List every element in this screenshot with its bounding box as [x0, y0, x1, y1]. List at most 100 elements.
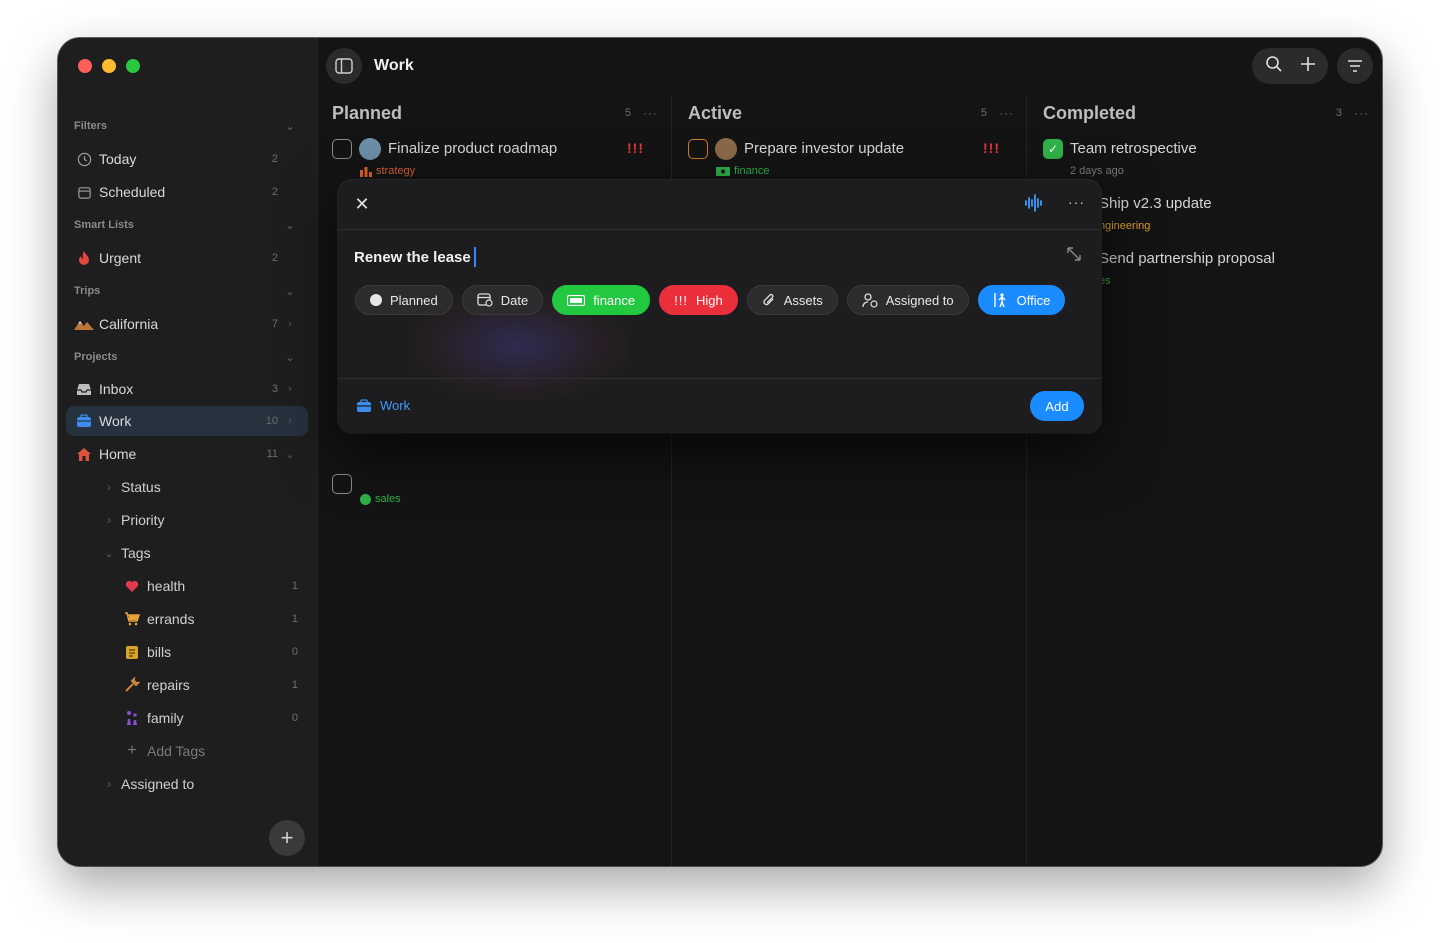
calendar-icon	[477, 293, 493, 307]
more-options-button[interactable]: ···	[1068, 194, 1085, 210]
chip-label: Assets	[783, 292, 823, 308]
add-task-button[interactable]	[1300, 56, 1316, 77]
sidebar-item-label: Urgent	[99, 250, 142, 266]
task-item[interactable]: Prepare investor update !!! finance	[688, 138, 1014, 184]
mountain-icon	[74, 314, 94, 334]
smart-lists-section-header[interactable]: Smart Lists ⌄	[66, 210, 308, 240]
sidebar-toggle-button[interactable]	[326, 48, 362, 84]
chip-label: Planned	[390, 292, 438, 308]
ledger-icon	[122, 642, 142, 662]
task-item[interactable]: sales	[332, 473, 658, 519]
task-checkbox[interactable]	[688, 139, 708, 159]
family-icon	[122, 708, 142, 728]
checkmark-icon: ✓	[1047, 142, 1059, 156]
sidebar-item-tags[interactable]: ⌄ Tags	[66, 538, 308, 568]
sidebar-item-inbox[interactable]: Inbox 3 ›	[66, 374, 308, 404]
column-title: Planned	[332, 102, 403, 123]
task-tag: sales	[360, 493, 401, 505]
add-button[interactable]: Add	[1030, 391, 1084, 421]
close-window-button[interactable]	[78, 59, 92, 73]
minimize-window-button[interactable]	[102, 59, 116, 73]
sidebar-item-scheduled[interactable]: Scheduled 2	[66, 177, 308, 207]
assets-chip[interactable]: Assets	[746, 285, 838, 315]
task-item[interactable]: Finalize product roadmap !!! strategy	[332, 138, 658, 184]
filters-section-header[interactable]: Filters ⌄	[66, 111, 308, 141]
add-tags-button[interactable]: + Add Tags	[66, 736, 308, 766]
voice-input-button[interactable]	[1024, 194, 1044, 217]
banknote-icon	[567, 294, 586, 306]
priority-chip[interactable]: !!! High	[659, 285, 738, 315]
sidebar-item-work[interactable]: Work 10 ›	[66, 406, 308, 436]
column-count: 5	[980, 107, 987, 119]
filter-button[interactable]	[1337, 48, 1373, 84]
tag-chip[interactable]: finance	[552, 285, 651, 315]
chip-label: High	[695, 292, 723, 308]
section-label: Projects	[74, 351, 118, 363]
priority-marker: !!!	[627, 140, 644, 156]
column-more-button[interactable]: ···	[643, 106, 658, 120]
dollar-icon	[360, 493, 371, 505]
task-checkbox[interactable]	[332, 139, 352, 159]
sidebar-item-count: 10	[265, 415, 278, 427]
clock-icon	[74, 149, 94, 169]
chevron-right-icon: ›	[288, 415, 292, 427]
sidebar-item-status[interactable]: › Status	[66, 472, 308, 502]
chevron-down-icon: ⌄	[285, 448, 295, 461]
waveform-icon	[1025, 194, 1042, 212]
column-more-button[interactable]: ···	[999, 106, 1014, 120]
sidebar-item-priority[interactable]: › Priority	[66, 505, 308, 535]
chevron-down-icon: ⌄	[104, 547, 114, 560]
plus-icon: +	[280, 825, 294, 850]
sidebar-item-count: 2	[271, 252, 278, 264]
task-checkbox-checked[interactable]: ✓	[1043, 139, 1063, 159]
task-tag-label: sales	[375, 493, 401, 505]
sidebar-tag-family[interactable]: family 0	[66, 703, 308, 733]
task-checkbox[interactable]	[332, 474, 352, 494]
app-window: Filters ⌄ Today 2 Scheduled 2 Smart List…	[58, 38, 1382, 866]
search-icon	[1265, 55, 1282, 72]
avatar	[715, 138, 737, 160]
column-title: Active	[688, 102, 743, 123]
task-title-input[interactable]: Renew the lease	[354, 247, 476, 267]
sidebar: Filters ⌄ Today 2 Scheduled 2 Smart List…	[58, 38, 318, 866]
task-item[interactable]: ✓ Team retrospective 2 days ago	[1043, 138, 1369, 184]
search-button[interactable]	[1265, 55, 1283, 78]
expand-button[interactable]	[1066, 246, 1082, 267]
divider	[338, 378, 1101, 379]
location-chip[interactable]: Office	[977, 285, 1066, 315]
flame-icon	[74, 248, 94, 268]
project-selector[interactable]: Work	[356, 398, 410, 413]
sidebar-item-count: 7	[271, 318, 278, 330]
sidebar-tag-repairs[interactable]: repairs 1	[66, 670, 308, 700]
chevron-right-icon: ›	[107, 480, 111, 494]
status-chip[interactable]: Planned	[355, 285, 453, 315]
sidebar-item-urgent[interactable]: Urgent 2	[66, 243, 308, 273]
trips-section-header[interactable]: Trips ⌄	[66, 276, 308, 306]
toolbar-actions	[1252, 48, 1328, 84]
sidebar-item-home[interactable]: Home 11 ⌄	[66, 439, 308, 469]
sidebar-item-today[interactable]: Today 2	[66, 144, 308, 174]
chip-label: Assigned to	[885, 292, 954, 308]
projects-section-header[interactable]: Projects ⌄	[66, 342, 308, 372]
column-title: Completed	[1043, 102, 1137, 123]
filter-lines-icon	[1348, 60, 1362, 72]
column-more-button[interactable]: ···	[1354, 106, 1369, 120]
sidebar-tag-health[interactable]: health 1	[66, 571, 308, 601]
person-icon	[862, 292, 878, 308]
sidebar-item-label: Scheduled	[99, 184, 166, 200]
avatar	[359, 138, 381, 160]
sidebar-item-assigned-to[interactable]: › Assigned to	[66, 769, 308, 799]
sidebar-item-california[interactable]: California 7 ›	[66, 309, 308, 339]
sidebar-tag-bills[interactable]: bills 0	[66, 637, 308, 667]
inbox-icon	[74, 379, 94, 399]
zoom-window-button[interactable]	[126, 59, 140, 73]
sidebar-tag-errands[interactable]: errands 1	[66, 604, 308, 634]
close-dialog-button[interactable]: ✕	[352, 194, 372, 214]
date-chip[interactable]: Date	[461, 285, 544, 315]
assigned-to-chip[interactable]: Assigned to	[846, 285, 969, 315]
sidebar-item-label: Priority	[121, 512, 165, 528]
close-icon: ✕	[354, 193, 370, 214]
add-list-button[interactable]: +	[269, 820, 305, 856]
sidebar-item-label: Assigned to	[121, 776, 195, 792]
priority-marks: !!!	[674, 292, 688, 308]
